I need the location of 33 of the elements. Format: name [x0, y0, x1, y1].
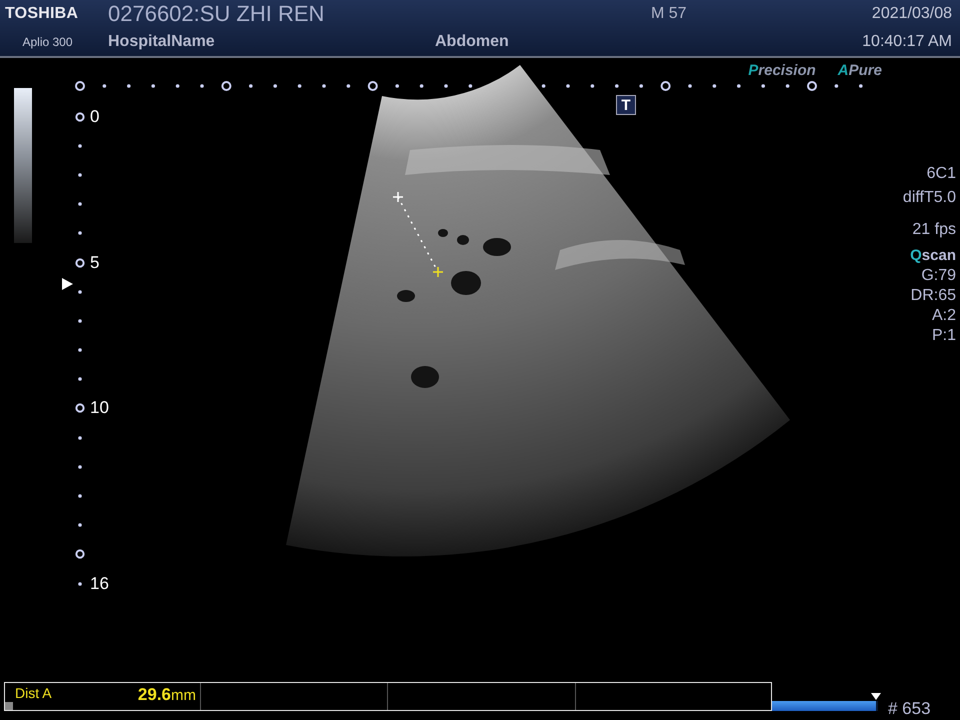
frame-rate: 21 fps — [912, 220, 956, 240]
exam-date: 2021/03/08 — [872, 5, 952, 23]
device-model: Aplio 300 — [21, 35, 74, 49]
patient-id: 0276602:SU ZHI REN — [108, 1, 326, 27]
frame-number: # 653 — [888, 700, 931, 717]
depth-major-tick-icon — [75, 112, 85, 122]
mode-label: Precision — [748, 62, 816, 80]
depth-label: 5 — [90, 252, 100, 273]
depth-major-tick-icon — [75, 258, 85, 268]
measurement-label: Dist A — [15, 685, 52, 703]
depth-major-tick-icon — [75, 403, 85, 414]
hospital-name: HospitalName — [108, 33, 216, 51]
scan-parameter: P:1 — [932, 326, 956, 346]
mode-label: APure — [838, 62, 882, 80]
cine-position-icon[interactable] — [870, 693, 881, 700]
scan-parameter: G:79 — [921, 266, 956, 286]
scan-parameter: DR:65 — [910, 286, 956, 306]
exam-time: 10:40:17 AM — [862, 33, 952, 51]
corner-square-icon — [5, 702, 13, 710]
probe-name: 6C1 — [926, 164, 956, 184]
patient-sex-age: M 57 — [651, 5, 688, 23]
depth-label: 0 — [90, 106, 100, 127]
depth-major-tick-icon — [75, 549, 85, 560]
brand-logo: TOSHIBA — [5, 5, 80, 23]
focus-marker-icon — [62, 278, 73, 290]
measurement-value: 29.6mm — [138, 685, 196, 706]
depth-label: 10 — [90, 398, 109, 418]
text-annotation-button[interactable]: T — [616, 95, 636, 115]
preset-name: diffT5.0 — [902, 188, 956, 208]
qscan-label: Qscan — [910, 246, 956, 266]
exam-type: Abdomen — [435, 33, 510, 51]
scan-parameter: A:2 — [932, 306, 956, 326]
depth-label: 16 — [90, 574, 109, 594]
